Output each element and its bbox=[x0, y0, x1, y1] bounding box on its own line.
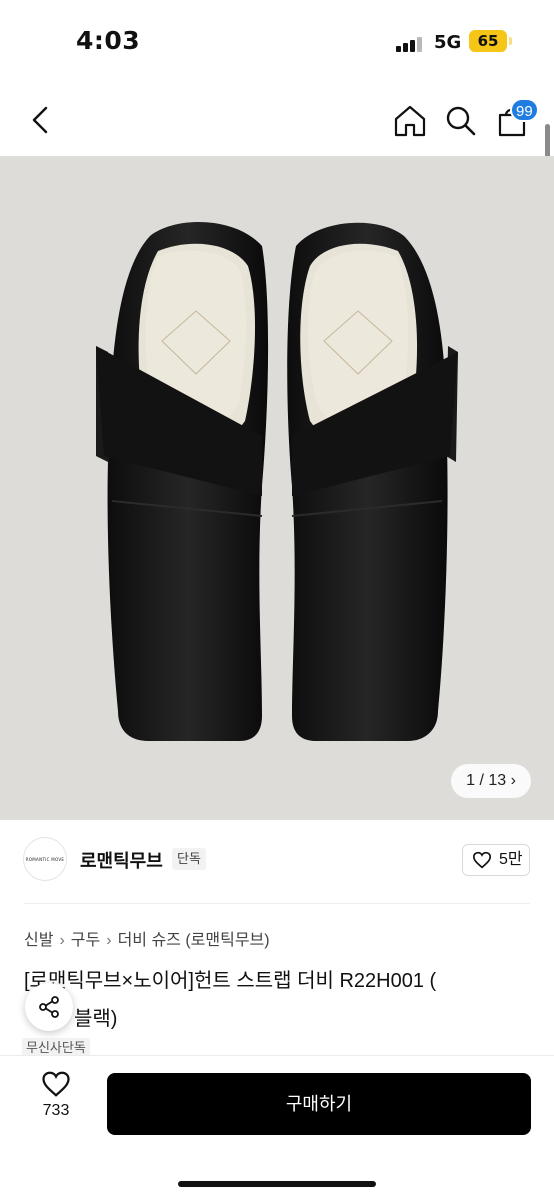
home-icon bbox=[394, 105, 426, 137]
buy-button[interactable]: 구매하기 bbox=[107, 1073, 531, 1135]
share-icon bbox=[39, 996, 59, 1018]
breadcrumb-item[interactable]: 구두 bbox=[71, 926, 100, 950]
product-title-line2: 블랙) bbox=[74, 1008, 118, 1030]
home-button[interactable] bbox=[392, 103, 428, 139]
brand-like-count: 5만 bbox=[499, 851, 523, 868]
brand-row: ROMANTIC MOVE 로맨틱무브 단독 5만 bbox=[0, 820, 554, 904]
signal-icon bbox=[396, 36, 426, 52]
share-button[interactable] bbox=[25, 983, 73, 1031]
brand-logo[interactable]: ROMANTIC MOVE bbox=[23, 837, 67, 881]
chevron-right-icon: › bbox=[59, 932, 65, 949]
battery-icon: 65 bbox=[469, 30, 507, 52]
product-image-gallery[interactable] bbox=[0, 156, 554, 820]
heart-icon bbox=[472, 851, 492, 869]
brand-like-button[interactable]: 5만 bbox=[462, 844, 530, 876]
network-label: 5G bbox=[434, 32, 462, 53]
status-time: 4:03 bbox=[76, 26, 141, 55]
heart-icon bbox=[42, 1071, 70, 1097]
breadcrumb-item[interactable]: 더비 슈즈 (로맨틱무브) bbox=[118, 926, 270, 950]
divider bbox=[24, 903, 530, 904]
chevron-right-icon: › bbox=[510, 772, 516, 789]
chevron-left-icon bbox=[32, 106, 48, 134]
wishlist-count: 733 bbox=[42, 1102, 70, 1119]
product-title: [로맨틱무브×노이어]헌트 스트랩 더비 R22H001 ( 블랙) bbox=[24, 962, 534, 1038]
back-button[interactable] bbox=[24, 102, 60, 138]
cart-count-badge: 99 bbox=[510, 98, 539, 122]
status-bar: 4:03 5G 65 bbox=[0, 0, 554, 84]
wishlist-button[interactable]: 733 bbox=[24, 1070, 88, 1134]
gallery-pager-button[interactable]: 1 / 13 › bbox=[451, 764, 531, 798]
search-icon bbox=[446, 106, 476, 136]
right-shoe bbox=[287, 222, 458, 741]
breadcrumb: 신발 › 구두 › 더비 슈즈 (로맨틱무브) bbox=[24, 926, 270, 950]
chevron-right-icon: › bbox=[106, 932, 112, 949]
home-indicator bbox=[178, 1181, 376, 1187]
breadcrumb-item[interactable]: 신발 bbox=[24, 926, 53, 950]
search-button[interactable] bbox=[443, 103, 479, 139]
product-title-line1: [로맨틱무브×노이어]헌트 스트랩 더비 R22H001 ( bbox=[24, 970, 437, 992]
gallery-pager-label: 1 / 13 bbox=[466, 772, 507, 789]
brand-name-link[interactable]: 로맨틱무브 bbox=[80, 847, 163, 873]
brand-exclusive-badge: 단독 bbox=[172, 848, 206, 870]
top-nav bbox=[0, 84, 554, 156]
battery-tip bbox=[509, 37, 512, 45]
product-image bbox=[96, 222, 458, 742]
left-shoe bbox=[96, 222, 269, 742]
